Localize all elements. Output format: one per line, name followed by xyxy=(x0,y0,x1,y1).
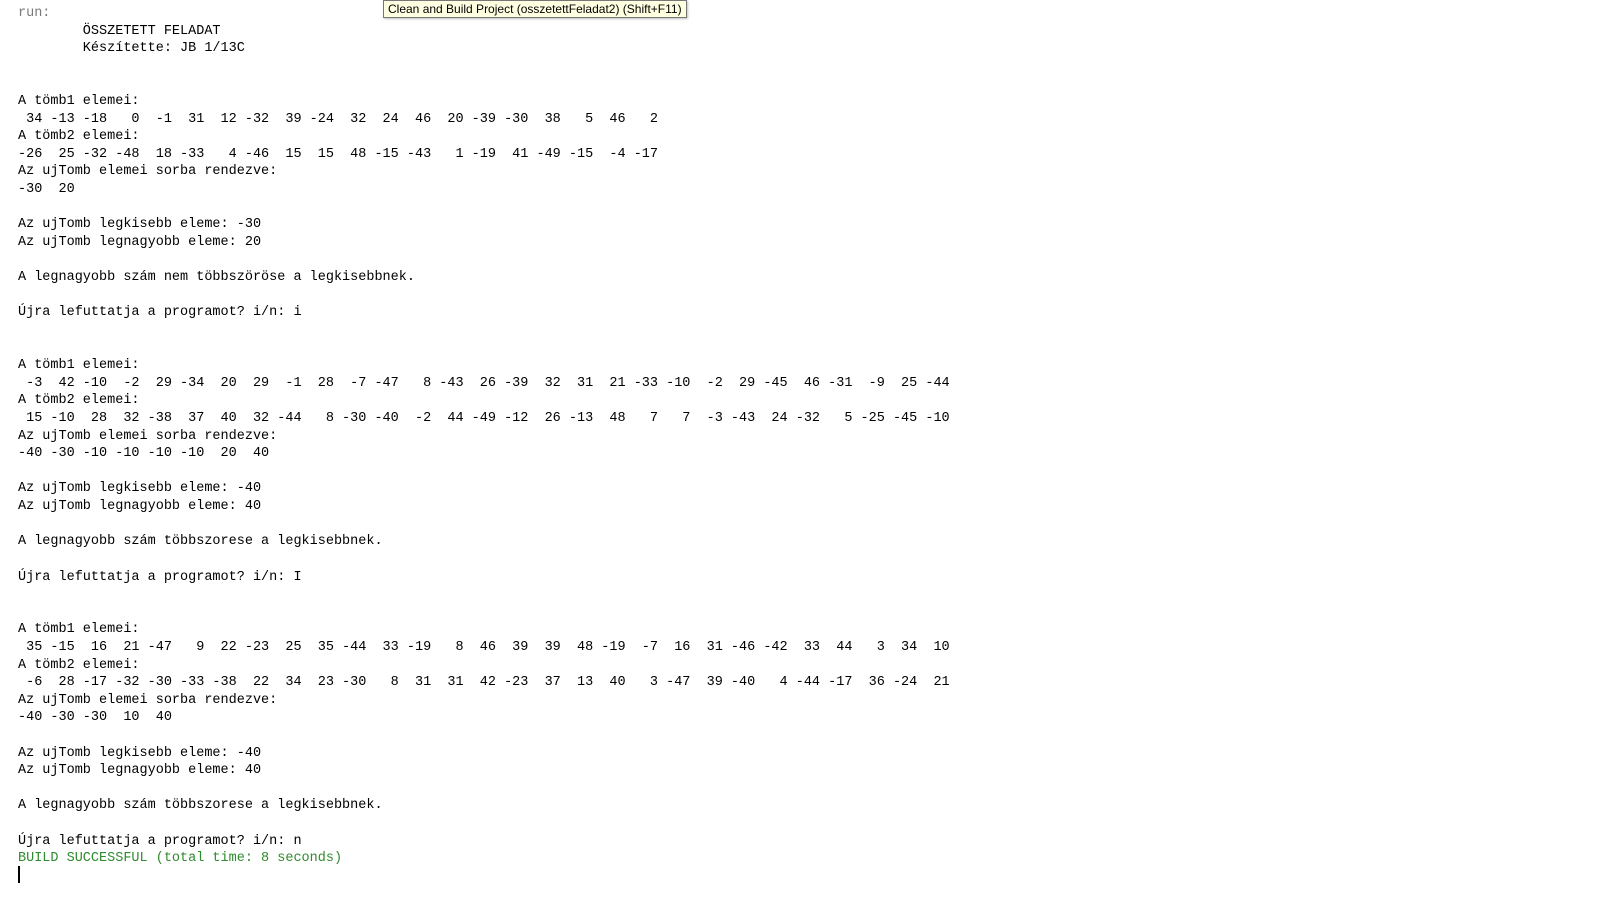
output-line: Az ujTomb legkisebb eleme: -30 xyxy=(18,217,262,233)
output-line: Az ujTomb legkisebb eleme: -40 xyxy=(18,745,262,761)
output-line: A tömb2 elemei: xyxy=(18,129,140,145)
output-line: Újra lefuttatja a programot? i/n: I xyxy=(18,569,302,585)
output-line: Újra lefuttatja a programot? i/n: n xyxy=(18,833,302,849)
output-line: Az ujTomb elemei sorba rendezve: xyxy=(18,164,278,180)
output-line: Az ujTomb legnagyobb eleme: 20 xyxy=(18,234,262,250)
output-line: -30 20 xyxy=(18,182,75,198)
output-line: A tömb1 elemei: xyxy=(18,358,140,374)
build-status-line: BUILD SUCCESSFUL (total time: 8 seconds) xyxy=(18,851,343,867)
output-line: Az ujTomb legnagyobb eleme: 40 xyxy=(18,499,262,515)
output-line: -40 -30 -30 10 40 xyxy=(18,710,172,726)
output-line: A tömb2 elemei: xyxy=(18,393,140,409)
output-line: A tömb1 elemei: xyxy=(18,94,140,110)
output-line: -3 42 -10 -2 29 -34 20 29 -1 28 -7 -47 8… xyxy=(18,375,950,391)
output-line: 15 -10 28 32 -38 37 40 32 -44 8 -30 -40 … xyxy=(18,411,950,427)
output-line: A legnagyobb szám többszorese a legkiseb… xyxy=(18,534,383,550)
output-line: A legnagyobb szám többszorese a legkiseb… xyxy=(18,798,383,814)
output-line: 35 -15 16 21 -47 9 22 -23 25 35 -44 33 -… xyxy=(18,639,950,655)
text-caret xyxy=(18,866,20,883)
output-line: 34 -13 -18 0 -1 31 12 -32 39 -24 32 24 4… xyxy=(18,111,659,127)
output-line: ÖSSZETETT FELADAT xyxy=(18,23,221,39)
output-line: Újra lefuttatja a programot? i/n: i xyxy=(18,305,302,321)
output-line: -6 28 -17 -32 -30 -33 -38 22 34 23 -30 8… xyxy=(18,675,950,691)
output-console[interactable]: run: ÖSSZETETT FELADAT Készítette: JB 1/… xyxy=(0,0,1601,912)
output-line: Az ujTomb elemei sorba rendezve: xyxy=(18,428,278,444)
output-line: -40 -30 -10 -10 -10 -10 20 40 xyxy=(18,446,270,462)
output-line: -26 25 -32 -48 18 -33 4 -46 15 15 48 -15… xyxy=(18,146,659,162)
output-line: A tömb1 elemei: xyxy=(18,622,140,638)
output-line: A tömb2 elemei: xyxy=(18,657,140,673)
output-line: A legnagyobb szám nem többszöröse a legk… xyxy=(18,270,415,286)
output-lines: run: ÖSSZETETT FELADAT Készítette: JB 1/… xyxy=(18,5,950,868)
clean-build-tooltip: Clean and Build Project (osszetettFelada… xyxy=(383,0,687,18)
output-line: Az ujTomb elemei sorba rendezve: xyxy=(18,692,278,708)
output-line: Az ujTomb legkisebb eleme: -40 xyxy=(18,481,262,497)
output-line: Készítette: JB 1/13C xyxy=(18,41,245,57)
output-line: Az ujTomb legnagyobb eleme: 40 xyxy=(18,763,262,779)
